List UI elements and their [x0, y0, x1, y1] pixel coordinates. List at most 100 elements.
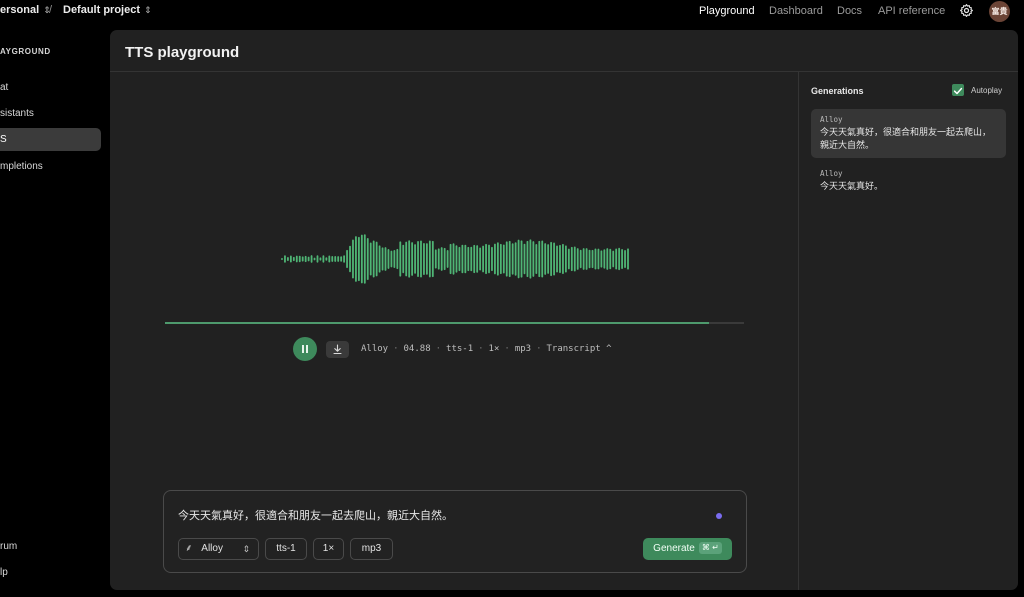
nav-playground[interactable]: Playground: [699, 5, 755, 17]
meta-voice: Alloy: [361, 344, 389, 354]
waveform-bar: [606, 248, 609, 270]
format-select[interactable]: mp3: [350, 538, 393, 560]
waveform-bar: [573, 246, 576, 272]
waveform-bar: [499, 243, 502, 275]
waveform-bar: [470, 246, 473, 272]
waveform-bar: [313, 257, 316, 261]
waveform-bar: [485, 243, 487, 275]
waveform-bar: [289, 255, 292, 263]
waveform-bar: [428, 240, 431, 278]
tts-text-input[interactable]: 今天天氣真好，很適合和朋友一起去爬山，親近大自然。: [178, 507, 453, 523]
waveform-bar: [514, 242, 517, 276]
audio-waveform[interactable]: [280, 224, 630, 294]
waveform-bar: [476, 245, 479, 273]
org-switcher[interactable]: ersonal ⇕: [0, 4, 51, 16]
waveform-bar: [564, 245, 567, 273]
waveform-bar: [482, 245, 484, 273]
waveform-bar: [417, 241, 419, 277]
playback-progress-fill: [165, 322, 710, 324]
sidebar-item-chat[interactable]: at: [0, 76, 101, 99]
waveform-bar: [369, 242, 372, 276]
waveform-bar: [529, 239, 532, 279]
sidebar-item-completions[interactable]: mpletions: [0, 155, 101, 178]
model-select[interactable]: tts-1: [265, 538, 307, 560]
voice-select-value: Alloy: [201, 543, 223, 554]
waveform-bar: [355, 236, 357, 282]
gear-icon[interactable]: [959, 3, 974, 18]
generation-item[interactable]: Alloy 今天天氣真好。: [811, 163, 1006, 199]
waveform-bar: [588, 249, 591, 269]
sidebar-item-forum[interactable]: rum: [0, 535, 101, 558]
waveform-bar: [467, 246, 470, 272]
waveform-bar: [511, 243, 514, 275]
project-switcher[interactable]: Default project ⇕: [63, 4, 152, 16]
waveform-bar: [366, 237, 369, 281]
nav-docs[interactable]: Docs: [837, 5, 862, 17]
page-title: TTS playground: [125, 44, 240, 61]
generate-button[interactable]: Generate ⌘ ↵: [643, 538, 732, 560]
transcript-toggle[interactable]: Transcript ^: [547, 344, 612, 354]
autoplay-checkbox[interactable]: [952, 84, 964, 96]
project-name: Default project: [63, 4, 141, 16]
waveform-bar: [582, 248, 585, 270]
waveform-bar: [567, 248, 570, 270]
generation-voice: Alloy: [820, 169, 843, 178]
waveform-bar: [298, 255, 301, 263]
waveform-bar: [307, 256, 310, 262]
waveform-bar: [310, 255, 313, 263]
waveform-bar: [612, 250, 615, 268]
waveform-bar: [393, 249, 396, 269]
waveform-bar: [547, 244, 550, 274]
pause-button[interactable]: [293, 337, 317, 361]
playback-progress-bar[interactable]: [165, 322, 744, 324]
waveform-bar: [505, 241, 508, 277]
waveform-bar: [496, 242, 499, 276]
sidebar-item-tts[interactable]: S: [0, 128, 101, 151]
keyboard-shortcut: ⌘ ↵: [698, 542, 722, 554]
waveform-bar: [334, 256, 337, 262]
autoplay-label: Autoplay: [971, 86, 1003, 95]
check-icon: [953, 87, 963, 95]
waveform-bar: [390, 250, 393, 268]
waveform-bar: [591, 249, 594, 269]
top-bar: ersonal ⇕ / Default project ⇕ Playground D…: [0, 0, 1024, 22]
generations-title: Generations: [811, 86, 864, 96]
waveform-bar: [295, 255, 298, 263]
voice-select[interactable]: ⸙ Alloy ⇕: [178, 538, 259, 560]
waveform-bar: [576, 248, 579, 270]
sidebar-item-label: sistants: [0, 108, 34, 119]
nav-api-reference[interactable]: API reference: [878, 5, 945, 17]
audio-metadata: Alloy · 04.88 · tts-1 · 1× · mp3 · Transcript ^: [361, 344, 612, 354]
waveform-bar: [304, 255, 307, 263]
generation-item[interactable]: Alloy 今天天氣真好，很適合和朋友一起去爬山，親近大自然。: [811, 109, 1006, 158]
waveform-bar: [517, 239, 520, 279]
sidebar-item-label: mpletions: [0, 161, 43, 172]
org-name: ersonal: [0, 4, 40, 16]
waveform-bar: [402, 244, 405, 274]
waveform-bar: [343, 255, 346, 263]
waveform-bar: [408, 240, 411, 278]
sidebar-item-assistants[interactable]: sistants: [0, 102, 101, 125]
tts-input-box[interactable]: 今天天氣真好，很適合和朋友一起去爬山，親近大自然。 ⸙ Alloy ⇕ tts-…: [163, 490, 747, 573]
waveform-bar: [337, 256, 340, 262]
sidebar-item-help[interactable]: lp: [0, 561, 101, 584]
waveform-bar: [322, 255, 325, 263]
chevron-updown-icon: ⇕: [144, 5, 152, 15]
download-button[interactable]: [326, 341, 349, 358]
speed-select[interactable]: 1×: [313, 538, 344, 560]
waveform-bar: [372, 240, 375, 278]
waveform-bar: [423, 242, 425, 276]
waveform-bar: [562, 243, 564, 275]
waveform-bar: [387, 249, 390, 269]
waveform-bar: [328, 255, 331, 263]
waveform-bar: [431, 240, 434, 278]
waveform-bar: [449, 243, 452, 275]
waveform-bar: [585, 248, 588, 270]
waveform-bar: [532, 241, 535, 277]
nav-dashboard[interactable]: Dashboard: [769, 5, 823, 17]
avatar[interactable]: 富貴: [989, 1, 1010, 22]
waveform-bar: [464, 244, 467, 274]
waveform-bar: [284, 255, 286, 263]
waveform-bar: [363, 234, 366, 284]
waveform-bar: [346, 249, 348, 269]
